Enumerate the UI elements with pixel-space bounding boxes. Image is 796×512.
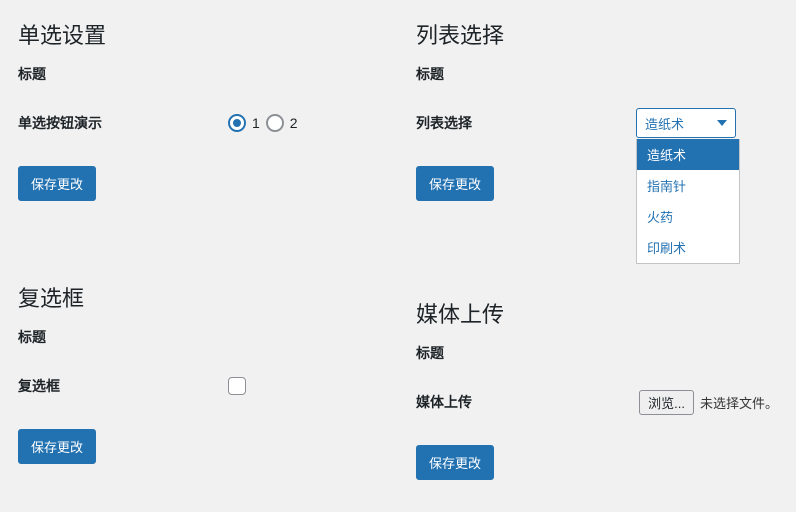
- radio-subhead: 标题: [18, 64, 380, 84]
- file-status: 未选择文件。: [700, 393, 778, 412]
- upload-section: 媒体上传 标题 媒体上传 浏览... 未选择文件。 保存更改: [416, 297, 778, 480]
- save-button[interactable]: 保存更改: [416, 166, 494, 201]
- select-option-4[interactable]: 印刷术: [637, 232, 739, 263]
- select-heading: 列表选择: [416, 18, 778, 50]
- checkbox-input[interactable]: [228, 377, 246, 395]
- browse-button[interactable]: 浏览...: [639, 390, 694, 415]
- select-option-2[interactable]: 指南针: [637, 170, 739, 201]
- chevron-down-icon: [717, 120, 727, 126]
- radio-heading: 单选设置: [18, 18, 380, 50]
- select-field-label: 列表选择: [416, 113, 636, 133]
- checkbox-field-label: 复选框: [18, 376, 228, 396]
- radio-option-1-label: 1: [252, 115, 260, 131]
- radio-option-2-label: 2: [290, 115, 298, 131]
- radio-field-label: 单选按钮演示: [18, 113, 228, 133]
- upload-subhead: 标题: [416, 343, 778, 363]
- checkbox-section: 复选框 标题 复选框 保存更改: [18, 281, 380, 464]
- upload-heading: 媒体上传: [416, 297, 778, 329]
- select-selected-value: 造纸术: [645, 114, 684, 133]
- radio-settings-section: 单选设置 标题 单选按钮演示 1 2 保存更改: [18, 18, 380, 201]
- radio-option-1[interactable]: [228, 114, 246, 132]
- checkbox-heading: 复选框: [18, 281, 380, 313]
- radio-option-2[interactable]: [266, 114, 284, 132]
- select-subhead: 标题: [416, 64, 778, 84]
- save-button[interactable]: 保存更改: [18, 166, 96, 201]
- save-button[interactable]: 保存更改: [416, 445, 494, 480]
- upload-field-label: 媒体上传: [416, 392, 636, 412]
- select-option-3[interactable]: 火药: [637, 201, 739, 232]
- save-button[interactable]: 保存更改: [18, 429, 96, 464]
- select-option-1[interactable]: 造纸术: [637, 139, 739, 170]
- checkbox-subhead: 标题: [18, 327, 380, 347]
- select-section: 列表选择 标题 列表选择 造纸术 造纸术 指南针 火药 印刷术 保存更改: [416, 18, 778, 201]
- select-dropdown[interactable]: 造纸术 造纸术 指南针 火药 印刷术: [636, 108, 736, 138]
- select-dropdown-list: 造纸术 指南针 火药 印刷术: [636, 139, 740, 264]
